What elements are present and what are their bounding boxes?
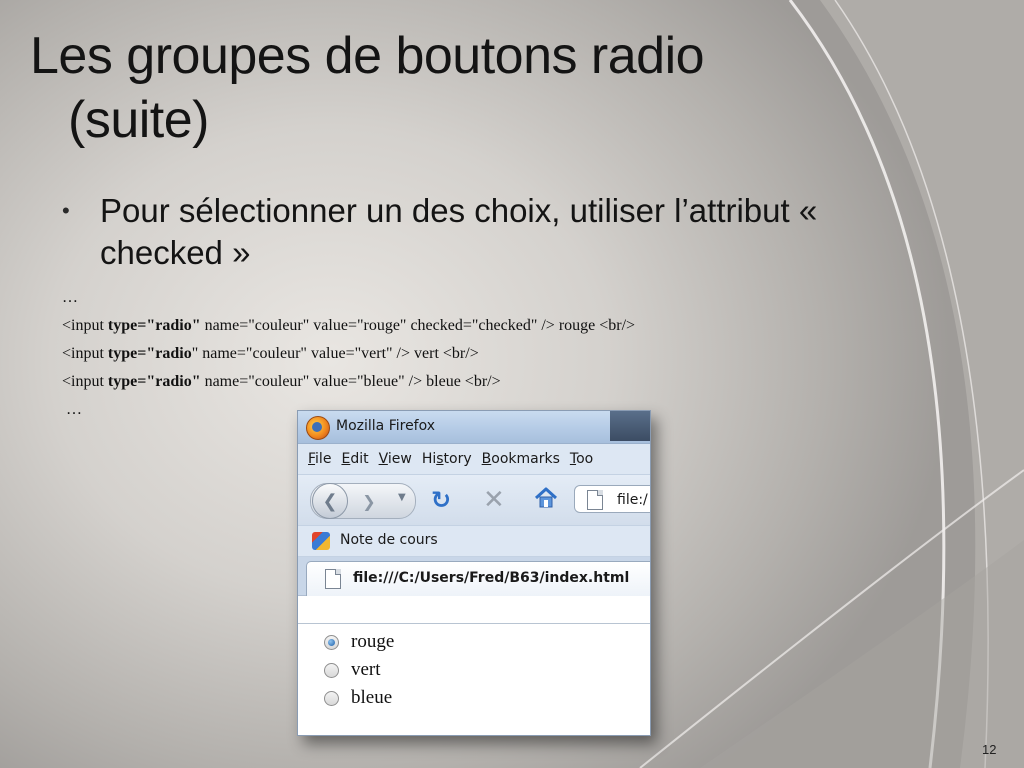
code-line-rouge: <input type="radio" name="couleur" value… xyxy=(62,312,822,340)
code-text: <input xyxy=(62,317,108,334)
back-arrow-icon[interactable]: ❮ xyxy=(312,483,348,519)
window-controls[interactable] xyxy=(610,411,650,441)
bullet-text: Pour sélectionner un des choix, utiliser… xyxy=(100,192,818,271)
title-line-2: (suite) xyxy=(68,91,209,149)
radio-button[interactable] xyxy=(324,662,339,678)
menu-bookmarks[interactable]: Bookmarks xyxy=(482,451,560,467)
radio-option-vert[interactable]: vert xyxy=(324,656,381,684)
tab-bar: file:///C:/Users/Fred/B63/index.html xyxy=(298,557,650,596)
forward-arrow-icon[interactable]: ❯ xyxy=(358,490,380,512)
window-title: Mozilla Firefox xyxy=(336,418,436,434)
page-content: rouge vert bleue xyxy=(298,623,650,735)
browser-titlebar: Mozilla Firefox xyxy=(298,411,650,444)
menu-view[interactable]: View xyxy=(379,451,412,467)
code-bold: type="radio" xyxy=(107,317,201,334)
page-icon xyxy=(325,569,341,589)
page-icon xyxy=(587,490,603,510)
bookmark-note-de-cours[interactable]: Note de cours xyxy=(340,532,438,548)
slide-number: 12 xyxy=(982,742,997,757)
tab-active[interactable]: file:///C:/Users/Fred/B63/index.html xyxy=(306,561,650,596)
ellipsis-top: … xyxy=(62,289,78,306)
menu-bar: File Edit View History Bookmarks Too xyxy=(298,444,650,475)
code-text: <input xyxy=(62,345,108,362)
bullet-point: • Pour sélectionner un des choix, utilis… xyxy=(62,190,892,274)
radio-button[interactable] xyxy=(324,690,339,706)
bullet-dot-icon: • xyxy=(62,198,70,223)
menu-edit[interactable]: Edit xyxy=(341,451,368,467)
menu-history[interactable]: History xyxy=(422,451,472,467)
code-bold: type="radio" xyxy=(107,373,201,390)
code-text: " name="couleur" value="vert" /> vert <b… xyxy=(191,345,479,362)
menu-file[interactable]: File xyxy=(308,451,331,467)
code-example: … <input type="radio" name="couleur" val… xyxy=(62,284,822,424)
menu-tools[interactable]: Too xyxy=(570,451,593,467)
browser-screenshot: Mozilla Firefox File Edit View History B… xyxy=(297,410,651,736)
radio-label: rouge xyxy=(351,631,395,652)
code-line-bleue: <input type="radio" name="couleur" value… xyxy=(62,368,822,396)
home-icon[interactable] xyxy=(533,485,559,511)
code-bold: type="radio xyxy=(107,345,192,362)
code-line-vert: <input type="radio" name="couleur" value… xyxy=(62,340,822,368)
radio-option-bleue[interactable]: bleue xyxy=(324,684,392,712)
history-dropdown-icon[interactable]: ▼ xyxy=(398,492,406,503)
stop-icon[interactable]: ✕ xyxy=(483,485,505,515)
reload-icon[interactable]: ↻ xyxy=(431,486,451,514)
title-line-1: Les groupes de boutons radio xyxy=(30,27,705,85)
radio-label: bleue xyxy=(351,687,393,708)
code-text: name="couleur" value="rouge" checked="ch… xyxy=(200,317,636,334)
radio-label: vert xyxy=(351,659,381,680)
address-text: file:/ xyxy=(617,492,648,508)
radio-option-rouge[interactable]: rouge xyxy=(324,628,394,656)
firefox-icon xyxy=(306,416,330,440)
tab-title: file:///C:/Users/Fred/B63/index.html xyxy=(353,570,630,586)
code-text: name="couleur" value="bleue" /> bleue <b… xyxy=(200,373,501,390)
radio-button-checked[interactable] xyxy=(324,634,339,650)
address-bar[interactable]: file:/ xyxy=(574,485,650,513)
bookmarks-toolbar: Note de cours xyxy=(298,526,650,557)
bookmark-favicon-icon xyxy=(312,532,330,550)
code-text: <input xyxy=(62,373,108,390)
slide-title: Les groupes de boutons radio (suite) xyxy=(30,24,890,152)
navigation-toolbar: ❮ ❯ ▼ ↻ ✕ file:/ xyxy=(298,475,650,526)
